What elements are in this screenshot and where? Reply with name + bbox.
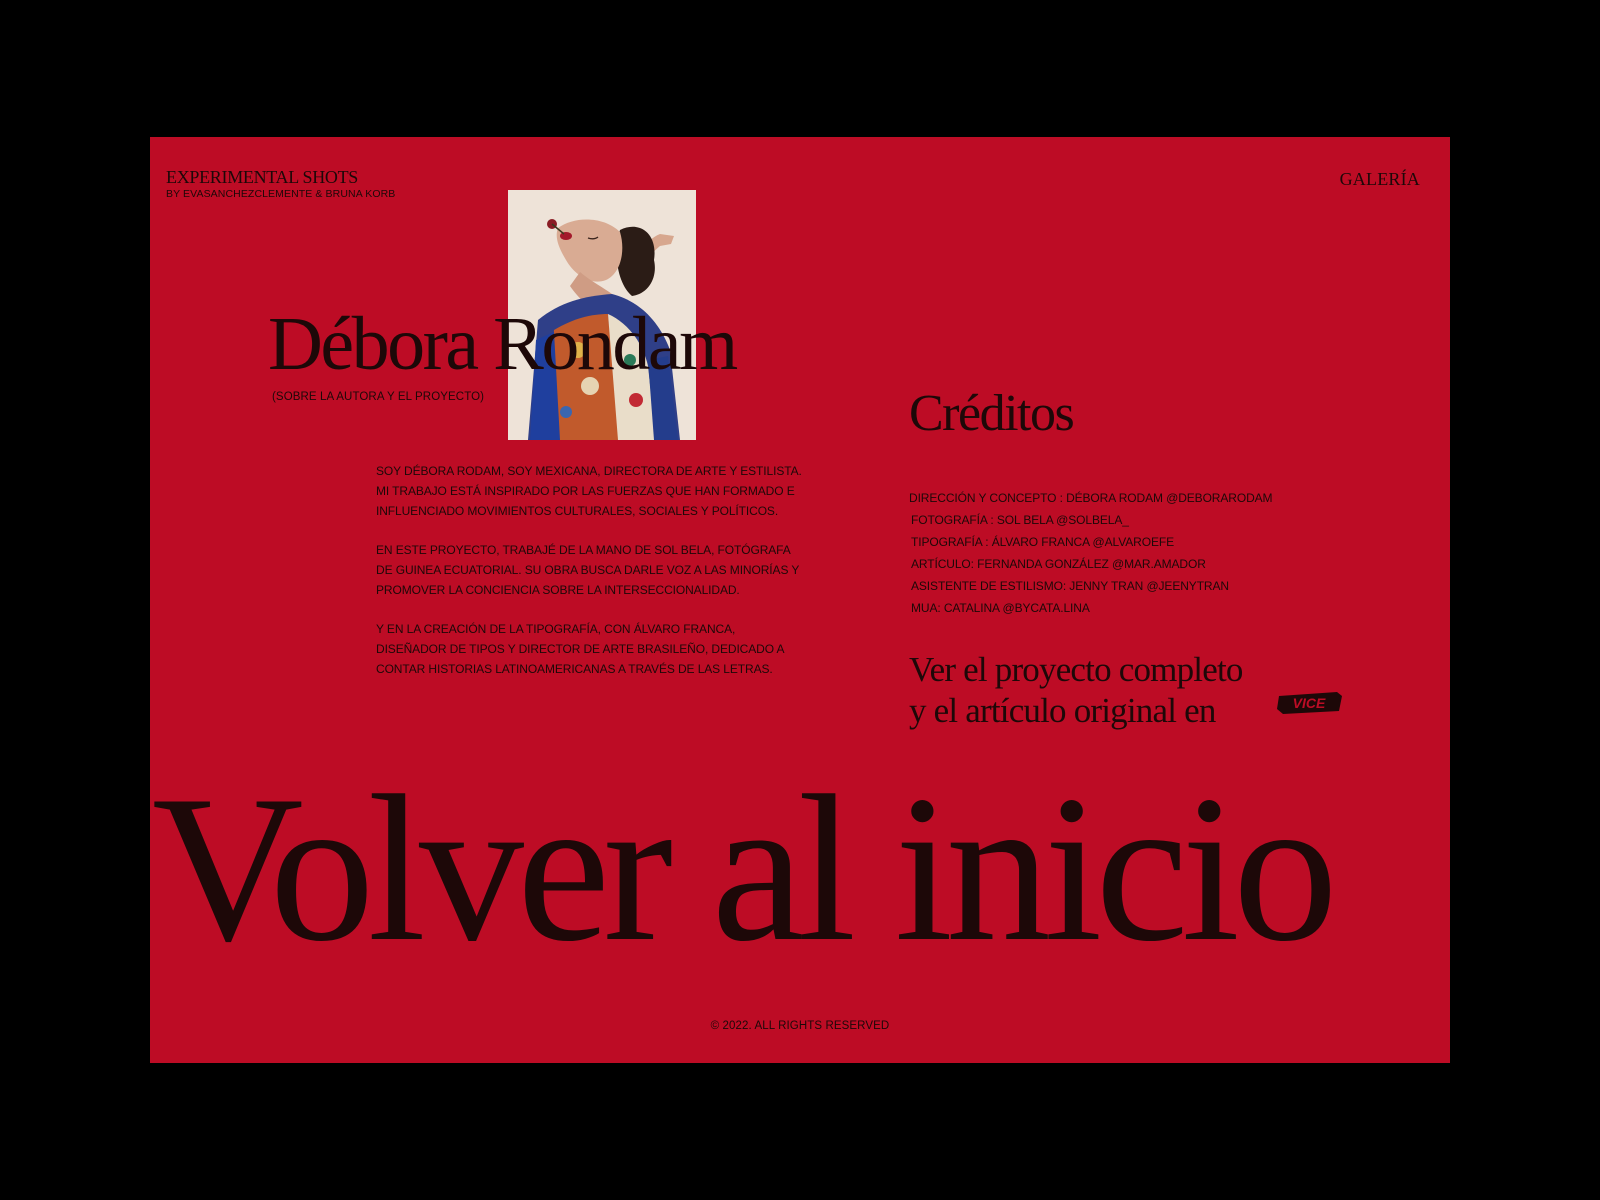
credit-item: FOTOGRAFÍA : SOL BELA @SOLBELA_: [911, 513, 1129, 527]
back-to-home-link[interactable]: Volver al inicio: [152, 749, 1338, 989]
project-link-line: Ver el proyecto completo: [909, 650, 1243, 689]
vice-logo-text: VICE: [1293, 695, 1326, 711]
credit-item: TIPOGRAFÍA : ÁLVARO FRANCA @ALVAROEFE: [911, 535, 1174, 549]
footer-copyright: © 2022. ALL RIGHTS RESERVED: [710, 1020, 890, 1032]
author-bio: SOY DÉBORA RODAM, SOY MEXICANA, DIRECTOR…: [376, 461, 806, 698]
credit-item: DIRECCIÓN Y CONCEPTO : DÉBORA RODAM @DEB…: [909, 491, 1273, 505]
credit-item: ARTÍCULO: FERNANDA GONZÁLEZ @MAR.AMADOR: [911, 557, 1206, 571]
page-panel: EXPERIMENTAL SHOTS BY EVASANCHEZCLEMENTE…: [150, 137, 1450, 1063]
brand-subtitle: BY EVASANCHEZCLEMENTE & BRUNA KORB: [166, 188, 396, 200]
author-name: Débora Rondam: [268, 302, 738, 386]
credit-item: ASISTENTE DE ESTILISMO: JENNY TRAN @JEEN…: [911, 579, 1229, 593]
author-subtitle: (SOBRE LA AUTORA Y EL PROYECTO): [272, 391, 485, 403]
bio-paragraph: Y EN LA CREACIÓN DE LA TIPOGRAFÍA, CON Á…: [376, 622, 784, 676]
project-link-line: y el artículo original en: [909, 691, 1216, 730]
bio-paragraph: EN ESTE PROYECTO, TRABAJÉ DE LA MANO DE …: [376, 543, 800, 597]
full-project-link[interactable]: Ver el proyecto completo y el artículo o…: [909, 649, 1243, 731]
vice-logo-icon: VICE: [1277, 692, 1342, 714]
credits-list: DIRECCIÓN Y CONCEPTO : DÉBORA RODAM @DEB…: [909, 487, 1273, 619]
bio-paragraph: SOY DÉBORA RODAM, SOY MEXICANA, DIRECTOR…: [376, 464, 802, 518]
vice-logo[interactable]: VICE: [1275, 690, 1345, 721]
nav-gallery-link[interactable]: GALERÍA: [1340, 169, 1420, 190]
credits-title: Créditos: [909, 385, 1075, 442]
credit-item: MUA: CATALINA @BYCATA.LINA: [911, 601, 1090, 615]
brand-title: EXPERIMENTAL SHOTS: [166, 167, 358, 187]
brand-link[interactable]: EXPERIMENTAL SHOTS BY EVASANCHEZCLEMENTE…: [166, 167, 395, 201]
